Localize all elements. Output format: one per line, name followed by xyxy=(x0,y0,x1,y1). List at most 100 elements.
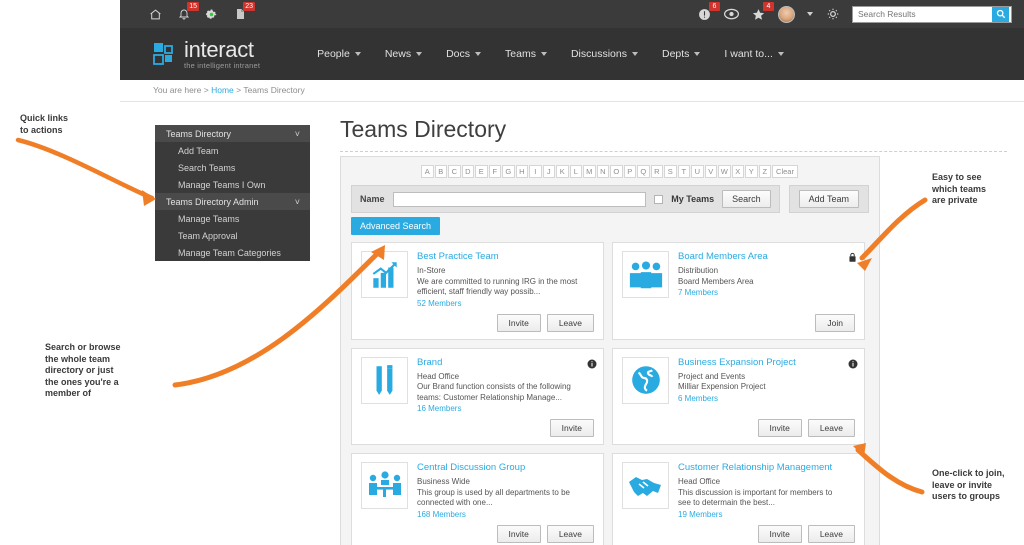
sidebar-item-search-teams[interactable]: Search Teams xyxy=(155,159,310,176)
home-icon[interactable] xyxy=(148,7,163,22)
alpha-g[interactable]: G xyxy=(502,165,515,178)
invite-button[interactable]: Invite xyxy=(496,313,541,332)
breadcrumb-home-link[interactable]: Home xyxy=(211,85,234,95)
advanced-search-button[interactable]: Advanced Search xyxy=(351,217,441,235)
team-card-title[interactable]: Customer Relationship Management xyxy=(678,462,845,473)
alert-badge: 6 xyxy=(709,1,720,11)
alpha-k[interactable]: K xyxy=(556,165,569,178)
team-card[interactable]: Board Members Area Distribution Board Me… xyxy=(612,242,865,340)
alpha-s[interactable]: S xyxy=(664,165,677,178)
alpha-z[interactable]: Z xyxy=(758,165,772,178)
team-card-members[interactable]: 19 Members xyxy=(678,510,845,519)
chevron-down-icon[interactable] xyxy=(807,12,813,16)
team-card[interactable]: Brand Head Office Our Brand function con… xyxy=(351,347,604,445)
alpha-w[interactable]: W xyxy=(718,165,731,178)
alpha-d[interactable]: D xyxy=(461,165,475,178)
settings-gear-icon[interactable] xyxy=(204,7,219,22)
my-teams-checkbox[interactable] xyxy=(654,194,664,204)
nav-item-people[interactable]: People xyxy=(317,48,361,60)
leave-button[interactable]: Leave xyxy=(546,524,594,543)
search-input[interactable] xyxy=(858,9,992,19)
search-icon[interactable] xyxy=(992,6,1009,22)
team-card-body: Central Discussion Group Business Wide T… xyxy=(417,462,594,519)
global-search[interactable] xyxy=(852,5,1012,23)
team-card-title[interactable]: Central Discussion Group xyxy=(417,462,584,473)
alpha-i[interactable]: I xyxy=(529,165,542,178)
chevron-down-icon xyxy=(475,52,482,56)
document-icon[interactable]: 23 xyxy=(232,1,255,22)
sidebar-group-teams-directory[interactable]: Teams Directory ˅ xyxy=(155,125,310,142)
alpha-o[interactable]: O xyxy=(610,165,623,178)
sidebar-item-team-approval[interactable]: Team Approval xyxy=(155,227,310,244)
team-card-members[interactable]: 6 Members xyxy=(678,394,845,403)
team-card-members[interactable]: 16 Members xyxy=(417,404,584,413)
team-card-members[interactable]: 7 Members xyxy=(678,288,845,297)
leave-button[interactable]: Leave xyxy=(807,524,855,543)
join-button[interactable]: Join xyxy=(815,313,855,332)
team-card-title[interactable]: Business Expansion Project xyxy=(678,357,845,368)
alpha-a[interactable]: A xyxy=(421,165,434,178)
team-card-title[interactable]: Best Practice Team xyxy=(417,251,584,262)
team-card[interactable]: Central Discussion Group Business Wide T… xyxy=(351,453,604,545)
alpha-j[interactable]: J xyxy=(542,165,556,178)
team-card-title[interactable]: Board Members Area xyxy=(678,251,845,262)
alpha-r[interactable]: R xyxy=(650,165,664,178)
sidebar-item-add-team[interactable]: Add Team xyxy=(155,142,310,159)
user-avatar[interactable] xyxy=(778,5,795,23)
alpha-v[interactable]: V xyxy=(704,165,718,178)
alpha-p[interactable]: P xyxy=(623,165,637,178)
nav-item-docs[interactable]: Docs xyxy=(446,48,482,60)
team-card-actions: Invite xyxy=(361,413,594,437)
sidebar-group-teams-directory-admin[interactable]: Teams Directory Admin ˅ xyxy=(155,193,310,210)
invite-button[interactable]: Invite xyxy=(757,524,802,543)
alpha-h[interactable]: H xyxy=(515,165,529,178)
invite-button[interactable]: Invite xyxy=(757,419,802,437)
eye-icon[interactable] xyxy=(724,7,739,22)
team-card-actions: Invite Leave xyxy=(361,308,594,332)
invite-button[interactable]: Invite xyxy=(496,524,541,543)
add-team-button[interactable]: Add Team xyxy=(798,190,859,208)
sidebar-item-manage-teams-i-own[interactable]: Manage Teams I Own xyxy=(155,176,310,193)
site-header: interact the intelligent intranet People… xyxy=(120,28,1024,80)
nav-item-depts[interactable]: Depts xyxy=(662,48,701,60)
team-card-top: Customer Relationship Management Head Of… xyxy=(622,462,855,519)
bell-icon[interactable]: 15 xyxy=(176,1,199,22)
nav-item-teams[interactable]: Teams xyxy=(505,48,547,60)
alpha-y[interactable]: Y xyxy=(745,165,758,178)
alpha-t[interactable]: T xyxy=(677,165,691,178)
sidebar-item-manage-teams[interactable]: Manage Teams xyxy=(155,210,310,227)
alpha-x[interactable]: X xyxy=(731,165,745,178)
alpha-n[interactable]: N xyxy=(596,165,610,178)
star-icon[interactable]: 4 xyxy=(751,1,774,22)
name-input[interactable] xyxy=(392,191,647,207)
invite-button[interactable]: Invite xyxy=(549,419,594,437)
alpha-e[interactable]: E xyxy=(475,165,488,178)
alpha-l[interactable]: L xyxy=(569,165,583,178)
leave-button[interactable]: Leave xyxy=(807,419,855,437)
info-icon[interactable] xyxy=(848,356,858,368)
team-card-title[interactable]: Brand xyxy=(417,357,584,368)
alpha-clear[interactable]: Clear xyxy=(772,165,798,178)
alpha-u[interactable]: U xyxy=(691,165,704,178)
alpha-c[interactable]: C xyxy=(448,165,461,178)
gear-icon[interactable] xyxy=(825,7,840,22)
nav-item-i-want-to[interactable]: I want to... xyxy=(724,48,784,60)
team-card-members[interactable]: 168 Members xyxy=(417,510,584,519)
nav-item-news[interactable]: News xyxy=(385,48,423,60)
alpha-q[interactable]: Q xyxy=(637,165,650,178)
alpha-f[interactable]: F xyxy=(488,165,502,178)
search-button[interactable]: Search xyxy=(722,190,771,208)
team-card-members[interactable]: 52 Members xyxy=(417,299,584,308)
logo[interactable]: interact the intelligent intranet xyxy=(153,38,260,70)
info-icon[interactable] xyxy=(587,356,597,368)
team-card[interactable]: Customer Relationship Management Head Of… xyxy=(612,453,865,545)
leave-button[interactable]: Leave xyxy=(546,313,594,332)
team-card[interactable]: Best Practice Team In-Store We are commi… xyxy=(351,242,604,340)
alpha-b[interactable]: B xyxy=(434,165,448,178)
nav-item-discussions[interactable]: Discussions xyxy=(571,48,638,60)
alpha-m[interactable]: M xyxy=(583,165,596,178)
sidebar-menu: Teams Directory ˅ Add Team Search Teams … xyxy=(155,125,310,261)
alert-icon[interactable]: 6 xyxy=(697,1,720,22)
sidebar-item-manage-team-categories[interactable]: Manage Team Categories xyxy=(155,244,310,261)
team-card[interactable]: Business Expansion Project Project and E… xyxy=(612,347,865,445)
